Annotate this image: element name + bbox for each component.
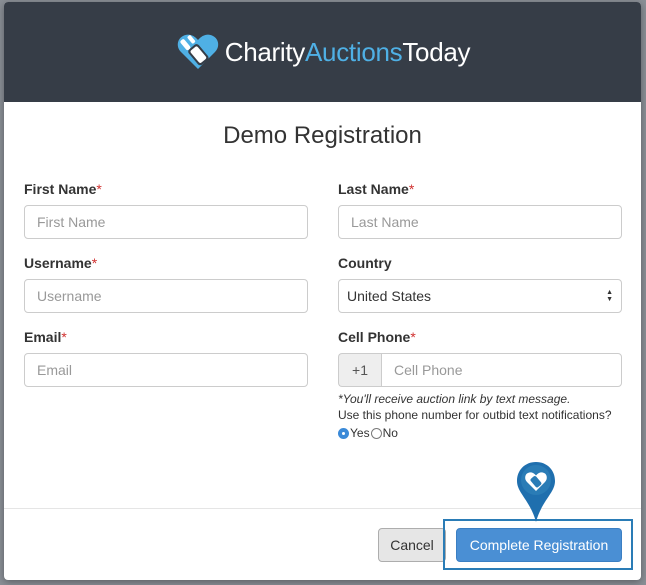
heart-gavel-icon bbox=[177, 34, 218, 69]
outbid-radio-group: Yes No bbox=[338, 426, 622, 440]
username-input[interactable] bbox=[24, 279, 308, 313]
email-input[interactable] bbox=[24, 353, 308, 387]
cell-phone-label-text: Cell Phone bbox=[338, 329, 411, 345]
brand-logo: CharityAuctionsToday bbox=[175, 31, 471, 73]
outbid-no-label[interactable]: No bbox=[383, 426, 398, 440]
brand-name-charity: Charity bbox=[224, 36, 306, 67]
first-name-label: First Name* bbox=[24, 179, 308, 199]
last-name-input[interactable] bbox=[338, 205, 622, 239]
brand-name-today: Today bbox=[402, 36, 471, 67]
cell-phone-field: Cell Phone* +1 *You'll receive auction l… bbox=[338, 327, 622, 440]
modal-header: CharityAuctionsToday bbox=[4, 2, 641, 102]
outbid-yes-option[interactable]: Yes bbox=[338, 426, 370, 440]
required-mark: * bbox=[408, 181, 415, 197]
cell-phone-input-group: +1 bbox=[338, 353, 622, 387]
sms-hint-text: *You'll receive auction link by text mes… bbox=[338, 392, 571, 406]
email-label: Email* bbox=[24, 327, 308, 347]
username-label: Username* bbox=[24, 253, 308, 273]
country-field: Country United States ▲ ▼ bbox=[338, 253, 622, 313]
required-mark: * bbox=[61, 329, 67, 345]
country-selected-value: United States bbox=[347, 288, 432, 304]
brand-name: CharityAuctionsToday bbox=[224, 36, 471, 68]
required-mark: * bbox=[410, 329, 416, 345]
email-label-text: Email bbox=[24, 329, 62, 345]
cancel-button[interactable]: Cancel bbox=[378, 528, 446, 562]
country-code-prefix: +1 bbox=[338, 353, 381, 387]
last-name-field: Last Name* bbox=[338, 179, 622, 239]
cell-phone-label: Cell Phone* bbox=[338, 327, 622, 347]
select-arrows-icon: ▲ ▼ bbox=[606, 289, 613, 303]
outbid-no-option[interactable]: No bbox=[370, 426, 398, 440]
country-label: Country bbox=[338, 255, 392, 271]
required-mark: * bbox=[96, 181, 102, 197]
page-title: Demo Registration bbox=[223, 122, 422, 149]
email-field: Email* bbox=[24, 327, 308, 387]
map-pin-heart-icon bbox=[517, 462, 555, 522]
first-name-input[interactable] bbox=[24, 205, 308, 239]
username-field: Username* bbox=[24, 253, 308, 313]
required-mark: * bbox=[91, 255, 98, 271]
brand-name-auctions: Auctions bbox=[305, 36, 403, 67]
username-label-text: Username bbox=[24, 255, 92, 271]
last-name-label: Last Name* bbox=[338, 179, 622, 199]
first-name-field: First Name* bbox=[24, 179, 308, 239]
outbid-yes-radio[interactable] bbox=[338, 427, 349, 439]
first-name-label-text: First Name bbox=[24, 181, 97, 197]
outbid-question: Use this phone number for outbid text no… bbox=[338, 408, 612, 422]
last-name-label-text: Last Name bbox=[338, 181, 409, 197]
outbid-no-radio[interactable] bbox=[370, 427, 382, 439]
complete-registration-button[interactable]: Complete Registration bbox=[456, 528, 622, 562]
country-select[interactable]: United States ▲ ▼ bbox=[338, 279, 622, 313]
registration-modal: CharityAuctionsToday Demo Registration F… bbox=[4, 2, 641, 580]
cell-phone-input[interactable] bbox=[381, 353, 622, 387]
outbid-yes-label[interactable]: Yes bbox=[350, 426, 370, 440]
